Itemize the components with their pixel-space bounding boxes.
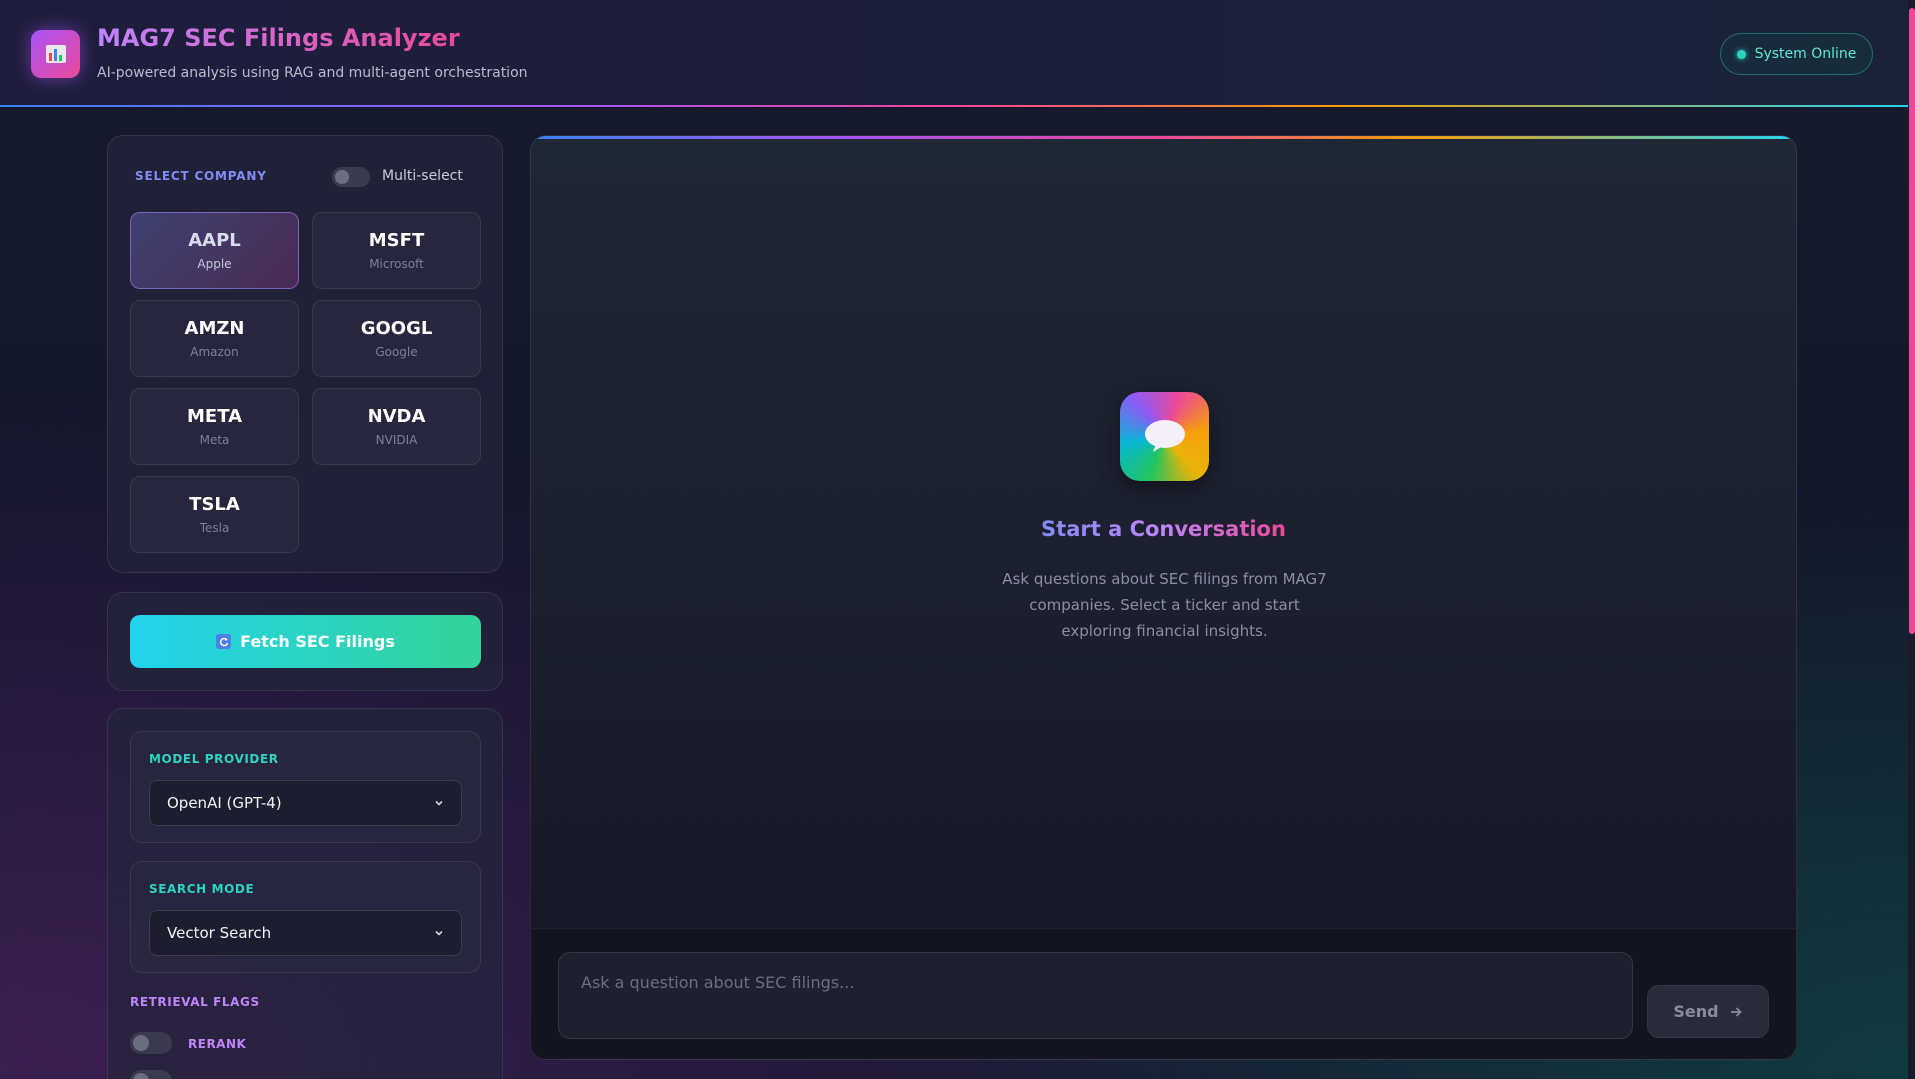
ticker-aapl[interactable]: AAPL Apple bbox=[130, 212, 299, 289]
chevron-down-icon bbox=[435, 800, 443, 806]
ticker-company-name: Google bbox=[375, 345, 418, 359]
status-dot-icon bbox=[1736, 49, 1746, 59]
toggle-knob bbox=[133, 1073, 149, 1079]
search-mode-card: SEARCH MODE Vector Search bbox=[130, 861, 481, 973]
model-provider-select[interactable]: OpenAI (GPT-4) bbox=[149, 780, 462, 826]
company-selector-panel: SELECT COMPANY Multi-select AAPL Apple M… bbox=[107, 135, 503, 573]
rerank-label: RERANK bbox=[188, 1037, 247, 1051]
chat-top-accent bbox=[531, 136, 1796, 139]
chat-panel: Start a Conversation Ask questions about… bbox=[530, 135, 1797, 1060]
ticker-company-name: Microsoft bbox=[369, 257, 424, 271]
ticker-nvda[interactable]: NVDA NVIDIA bbox=[312, 388, 481, 465]
ticker-company-name: Amazon bbox=[190, 345, 239, 359]
ticker-company-name: Apple bbox=[197, 257, 232, 271]
multi-select-label: Multi-select bbox=[382, 168, 463, 184]
chart-logo-icon bbox=[31, 30, 80, 78]
model-provider-value: OpenAI (GPT-4) bbox=[167, 794, 282, 812]
ticker-company-name: NVIDIA bbox=[375, 433, 418, 447]
status-label: System Online bbox=[1754, 46, 1857, 62]
refresh-icon bbox=[216, 634, 232, 649]
ticker-symbol: META bbox=[186, 406, 243, 427]
ticker-symbol: GOOGL bbox=[360, 318, 433, 339]
app-subtitle: AI-powered analysis using RAG and multi-… bbox=[97, 65, 528, 81]
multi-select-toggle[interactable] bbox=[332, 167, 370, 187]
ticker-googl[interactable]: GOOGL Google bbox=[312, 300, 481, 377]
fetch-label: Fetch SEC Filings bbox=[240, 632, 395, 651]
toggle-knob bbox=[335, 170, 349, 184]
chevron-down-icon bbox=[435, 930, 443, 936]
second-flag-toggle[interactable] bbox=[130, 1070, 172, 1079]
system-status-badge: System Online bbox=[1720, 33, 1873, 75]
toggle-knob bbox=[133, 1035, 149, 1051]
ticker-symbol: MSFT bbox=[368, 230, 425, 251]
empty-state-title: Start a Conversation bbox=[1041, 517, 1286, 541]
empty-state-description: Ask questions about SEC filings from MAG… bbox=[1002, 570, 1327, 640]
ticker-symbol: TSLA bbox=[189, 494, 240, 515]
chat-question-input[interactable] bbox=[558, 952, 1633, 1039]
model-provider-card: MODEL PROVIDER OpenAI (GPT-4) bbox=[130, 731, 481, 843]
search-mode-select[interactable]: Vector Search bbox=[149, 910, 462, 956]
ticker-tsla[interactable]: TSLA Tesla bbox=[130, 476, 299, 553]
header-divider bbox=[0, 105, 1908, 107]
retrieval-flags-label: RETRIEVAL FLAGS bbox=[130, 995, 260, 1009]
rerank-toggle[interactable] bbox=[130, 1032, 172, 1054]
ticker-symbol: AMZN bbox=[184, 318, 245, 339]
search-mode-value: Vector Search bbox=[167, 924, 272, 942]
ticker-amzn[interactable]: AMZN Amazon bbox=[130, 300, 299, 377]
ticker-msft[interactable]: MSFT Microsoft bbox=[312, 212, 481, 289]
select-company-label: SELECT COMPANY bbox=[135, 169, 267, 183]
app-title: MAG7 SEC Filings Analyzer bbox=[97, 24, 460, 52]
arrow-right-icon bbox=[1730, 1006, 1742, 1017]
send-label: Send bbox=[1673, 1002, 1719, 1021]
chat-input-bar: Send bbox=[531, 928, 1796, 1059]
search-mode-label: SEARCH MODE bbox=[149, 882, 255, 896]
ticker-symbol: AAPL bbox=[188, 230, 241, 251]
send-button[interactable]: Send bbox=[1647, 985, 1769, 1038]
ticker-meta[interactable]: META Meta bbox=[130, 388, 299, 465]
settings-panel: MODEL PROVIDER OpenAI (GPT-4) SEARCH MOD… bbox=[107, 708, 503, 1079]
chat-bubble-icon bbox=[1120, 392, 1209, 481]
fetch-panel: Fetch SEC Filings bbox=[107, 592, 503, 691]
ticker-company-name: Tesla bbox=[199, 521, 230, 535]
app-header: MAG7 SEC Filings Analyzer AI-powered ana… bbox=[0, 0, 1908, 107]
model-provider-label: MODEL PROVIDER bbox=[149, 752, 279, 766]
fetch-sec-filings-button[interactable]: Fetch SEC Filings bbox=[130, 615, 481, 668]
ticker-company-name: Meta bbox=[199, 433, 230, 447]
page-scrollbar-thumb[interactable] bbox=[1909, 8, 1915, 634]
ticker-symbol: NVDA bbox=[367, 406, 426, 427]
